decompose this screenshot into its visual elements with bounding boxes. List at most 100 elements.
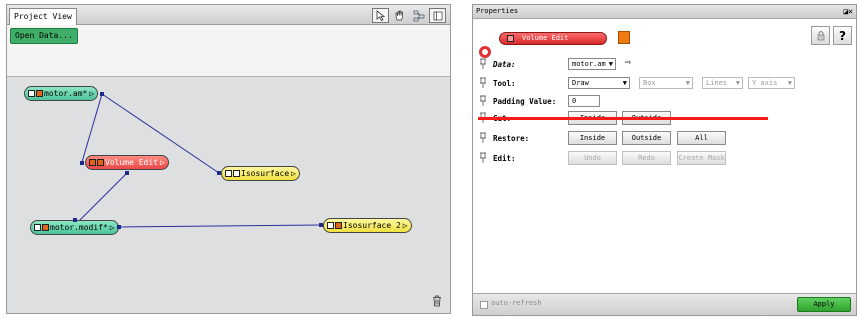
wire-motor-modif-to-isosurface-2	[118, 224, 323, 228]
input-port[interactable]	[73, 218, 77, 222]
pin-icon[interactable]	[479, 132, 487, 144]
panel-layout-icon[interactable]	[429, 8, 446, 23]
pin-icon[interactable]	[479, 95, 487, 107]
node-expand-arrow-icon[interactable]: ▷	[110, 223, 115, 232]
node-expand-arrow-icon[interactable]: ▷	[160, 158, 165, 167]
create-mask-button[interactable]: Create Mask	[677, 151, 726, 165]
restore-inside-button[interactable]: Inside	[568, 131, 617, 145]
open-data-button[interactable]: Open Data...	[10, 28, 78, 44]
pin-icon[interactable]	[479, 77, 487, 89]
padding-label: Padding Value:	[493, 96, 557, 106]
project-view-panel: Project View Open Data... motor.am* ▷ Vo…	[6, 4, 451, 314]
properties-panel: Properties ◪× Volume Edit ? Data: motor.…	[472, 4, 857, 316]
restore-row: Restore:	[479, 131, 573, 145]
data-select-value: motor.am	[572, 60, 606, 68]
data-select[interactable]: motor.am ▼	[568, 58, 616, 70]
data-label: Data:	[493, 59, 516, 69]
layout-graph-icon[interactable]	[410, 8, 427, 23]
node-color-box	[42, 224, 49, 231]
edit-label: Edit:	[493, 153, 516, 163]
isosurface-2-node[interactable]: Isosurface 2 ▷	[323, 218, 412, 233]
chevron-down-icon: ▼	[735, 79, 740, 87]
connect-arrow-icon[interactable]: ⇨	[625, 57, 631, 68]
node-visibility-box[interactable]	[34, 224, 41, 231]
graph-toolbar	[372, 8, 446, 23]
apply-button[interactable]: Apply	[797, 297, 851, 312]
node-expand-arrow-icon[interactable]: ▷	[403, 221, 408, 230]
module-name: Volume Edit	[522, 34, 569, 42]
node-visibility-box[interactable]	[89, 159, 96, 166]
module-visibility-box[interactable]	[507, 35, 514, 42]
node-visibility-box[interactable]	[327, 222, 334, 229]
node-label: motor.am*	[44, 89, 88, 98]
project-graph[interactable]: motor.am* ▷ Volume Edit ▷ Isosurface ▷ m…	[7, 77, 450, 313]
edit-row: Edit:	[479, 151, 573, 165]
tool-select-value: Draw	[572, 79, 589, 87]
module-name-pill[interactable]: Volume Edit	[499, 32, 607, 45]
pan-hand-icon[interactable]	[391, 8, 408, 23]
auto-refresh-label: auto-refresh	[491, 299, 542, 307]
input-port[interactable]	[80, 161, 84, 165]
axis-select-value: Y axis	[752, 79, 778, 87]
tool-label: Tool:	[493, 78, 516, 88]
node-label: Isosurface	[241, 169, 290, 178]
node-color-box	[335, 222, 342, 229]
motor-modif-node[interactable]: motor.modif* ▷	[30, 220, 119, 235]
chevron-down-icon: ▼	[685, 79, 690, 87]
pin-icon[interactable]	[479, 152, 487, 164]
tool-select[interactable]: Draw ▼	[568, 77, 630, 89]
chevron-down-icon: ▼	[608, 60, 613, 68]
lock-icon[interactable]	[811, 26, 830, 45]
node-expand-arrow-icon[interactable]: ▷	[291, 169, 296, 178]
wire-volume-edit-to-motor-modif	[74, 172, 128, 226]
redo-button[interactable]: Redo	[622, 151, 671, 165]
close-icon[interactable]: ×	[848, 7, 853, 16]
chevron-down-icon: ▼	[787, 79, 792, 87]
tool-row: Tool:	[479, 76, 573, 90]
undo-button[interactable]: Undo	[568, 151, 617, 165]
help-icon[interactable]: ?	[833, 26, 852, 45]
project-view-tab[interactable]: Project View	[9, 8, 77, 25]
input-port[interactable]	[319, 223, 323, 227]
padding-value-input[interactable]: 0	[568, 95, 600, 107]
window-controls: ◪×	[843, 5, 853, 18]
node-color-box	[36, 90, 43, 97]
volume-edit-node[interactable]: Volume Edit ▷	[85, 155, 169, 170]
draw-mode-select-value: Lines	[706, 79, 728, 87]
restore-outside-button[interactable]: Outside	[622, 131, 671, 145]
chevron-down-icon: ▼	[622, 79, 627, 87]
select-pointer-icon[interactable]	[372, 8, 389, 23]
node-visibility-box[interactable]	[28, 90, 35, 97]
restore-label: Restore:	[493, 133, 530, 143]
properties-body: Volume Edit ? Data: motor.am ▼ ⇨ Tool: Dr…	[473, 19, 856, 293]
wire-motor-to-volume-edit	[81, 93, 103, 163]
module-color-swatch[interactable]	[618, 31, 630, 44]
restore-all-button[interactable]: All	[677, 131, 726, 145]
shape-select-value: Box	[643, 79, 656, 87]
isosurface-node[interactable]: Isosurface ▷	[221, 166, 300, 181]
auto-refresh-checkbox[interactable]	[480, 301, 488, 309]
data-row: Data:	[479, 57, 573, 71]
graph-connections	[74, 93, 323, 228]
node-expand-arrow-icon[interactable]: ▷	[89, 89, 94, 98]
output-port[interactable]	[125, 171, 129, 175]
padding-row: Padding Value:	[479, 94, 556, 108]
properties-header: Properties ◪×	[473, 5, 856, 19]
node-label: Isosurface 2	[343, 221, 401, 230]
trash-icon[interactable]	[432, 295, 442, 307]
output-port[interactable]	[117, 225, 121, 229]
motor-am-node[interactable]: motor.am* ▷	[24, 86, 99, 101]
project-view-toolbar: Open Data...	[7, 25, 450, 77]
axis-select[interactable]: Y axis ▼	[748, 77, 795, 89]
highlight-underline	[478, 117, 768, 120]
draw-mode-select[interactable]: Lines ▼	[702, 77, 743, 89]
pin-icon[interactable]	[479, 58, 487, 70]
project-view-header: Project View	[7, 5, 450, 25]
properties-footer: auto-refresh Apply	[473, 293, 856, 315]
node-label: Volume Edit	[105, 158, 158, 167]
input-port[interactable]	[217, 171, 221, 175]
node-visibility-box[interactable]	[225, 170, 232, 177]
node-color-box	[97, 159, 104, 166]
shape-select[interactable]: Box ▼	[639, 77, 693, 89]
output-port[interactable]	[100, 92, 104, 96]
